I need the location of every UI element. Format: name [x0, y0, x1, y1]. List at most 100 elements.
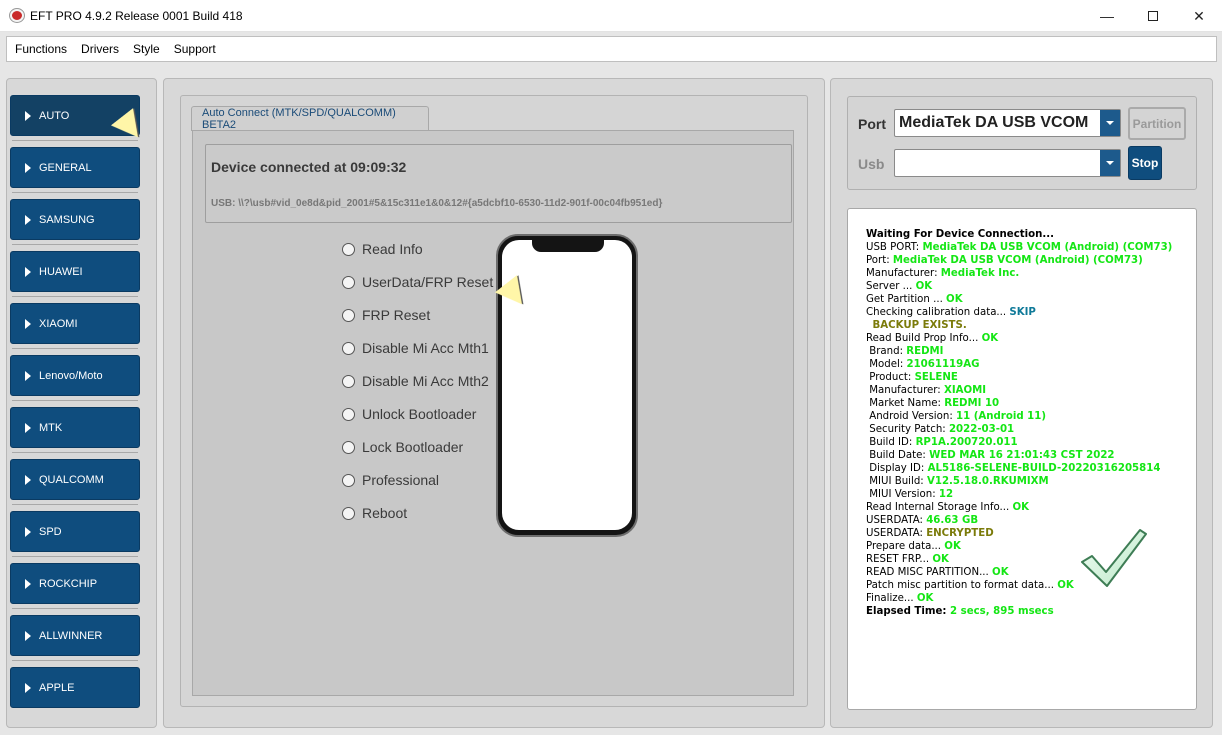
log-value: 21061119AG — [906, 359, 980, 370]
sidebar-item-label: XIAOMI — [39, 317, 78, 330]
caret-right-icon — [25, 526, 31, 537]
log-line: Waiting For Device Connection... — [866, 228, 1172, 241]
partition-button[interactable]: Partition — [1128, 107, 1186, 140]
log-key: Product: — [866, 372, 915, 383]
maximize-button[interactable] — [1130, 0, 1176, 32]
sidebar-item-apple[interactable]: APPLE — [10, 667, 140, 708]
sidebar-item-rockchip[interactable]: ROCKCHIP — [10, 563, 140, 604]
option-userdata-frp-reset[interactable]: UserData/FRP Reset — [342, 272, 493, 292]
log-key: Security Patch: — [866, 424, 949, 435]
log-key: Finalize... — [866, 593, 917, 604]
sidebar-item-general[interactable]: GENERAL — [10, 147, 140, 188]
option-label: FRP Reset — [362, 307, 431, 323]
log-line: BACKUP EXISTS. — [866, 319, 1172, 332]
option-frp-reset[interactable]: FRP Reset — [342, 305, 430, 325]
log-value: MediaTek Inc. — [940, 268, 1020, 279]
sidebar-item-mtk[interactable]: MTK — [10, 407, 140, 448]
option-label: Disable Mi Acc Mth1 — [362, 340, 489, 356]
sidebar-item-label: SAMSUNG — [39, 213, 95, 226]
log-key: Read Internal Storage Info... — [866, 502, 1013, 513]
menu-style[interactable]: Style — [133, 42, 160, 56]
log-value: 11 (Android 11) — [956, 411, 1046, 422]
chevron-down-icon[interactable] — [1100, 110, 1120, 136]
sidebar-item-samsung[interactable]: SAMSUNG — [10, 199, 140, 240]
menu-support[interactable]: Support — [174, 42, 216, 56]
sidebar-item-qualcomm[interactable]: QUALCOMM — [10, 459, 140, 500]
log-value: ENCRYPTED — [926, 528, 994, 539]
sidebar-item-huawei[interactable]: HUAWEI — [10, 251, 140, 292]
log-value: 2 secs, 895 msecs — [950, 606, 1054, 617]
log-key: Build ID: — [866, 437, 916, 448]
log-value: 12 — [938, 489, 954, 500]
radio-button[interactable] — [342, 308, 355, 322]
log-line: Server ... OK — [866, 280, 1172, 293]
sidebar-item-spd[interactable]: SPD — [10, 511, 140, 552]
menu-functions[interactable]: Functions — [15, 42, 67, 56]
radio-button[interactable] — [342, 440, 355, 454]
menu-drivers[interactable]: Drivers — [81, 42, 119, 56]
radio-button[interactable] — [342, 407, 355, 421]
log-value: OK — [915, 281, 933, 292]
port-select[interactable]: MediaTek DA USB VCOM — [894, 109, 1121, 137]
stop-button[interactable]: Stop — [1128, 146, 1162, 180]
option-label: UserData/FRP Reset — [362, 274, 494, 290]
caret-right-icon — [25, 474, 31, 485]
app-logo-icon — [10, 9, 24, 22]
log-key: USB PORT: — [866, 242, 923, 253]
log-key: Waiting For Device Connection... — [866, 229, 1054, 240]
log-line: Checking calibration data... SKIP — [866, 306, 1172, 319]
caret-right-icon — [25, 110, 31, 121]
sidebar-divider — [12, 348, 138, 349]
device-usb-path: USB: \\?\usb#vid_0e8d&pid_2001#5&15c311e… — [211, 198, 663, 209]
log-line: Read Build Prop Info... OK — [866, 332, 1172, 345]
radio-button[interactable] — [342, 242, 355, 256]
log-key: MIUI Version: — [866, 489, 939, 500]
log-line: Model: 21061119AG — [866, 358, 1172, 371]
usb-label: Usb — [858, 156, 885, 172]
log-value: REDMI 10 — [944, 398, 1000, 409]
option-reboot[interactable]: Reboot — [342, 503, 407, 523]
sidebar-divider — [12, 452, 138, 453]
caret-right-icon — [25, 162, 31, 173]
log-value: OK — [992, 567, 1009, 578]
usb-select[interactable] — [894, 149, 1121, 177]
log-line: Read Internal Storage Info... OK — [866, 501, 1172, 514]
log-key: Server ... — [866, 281, 916, 292]
sidebar-item-xiaomi[interactable]: XIAOMI — [10, 303, 140, 344]
log-value: RP1A.200720.011 — [915, 437, 1018, 448]
radio-button[interactable] — [342, 374, 355, 388]
log-line: Port: MediaTek DA USB VCOM (Android) (CO… — [866, 254, 1172, 267]
log-line: Android Version: 11 (Android 11) — [866, 410, 1172, 423]
radio-button[interactable] — [342, 275, 355, 289]
log-value: MediaTek DA USB VCOM (Android) (COM73) — [922, 242, 1173, 253]
option-disable-mi-acc-mth2[interactable]: Disable Mi Acc Mth2 — [342, 371, 489, 391]
close-button[interactable]: ✕ — [1176, 0, 1222, 32]
radio-button[interactable] — [342, 473, 355, 487]
option-label: Professional — [362, 472, 440, 488]
option-label: Disable Mi Acc Mth2 — [362, 373, 489, 389]
option-professional[interactable]: Professional — [342, 470, 439, 490]
tab-auto-connect[interactable]: Auto Connect (MTK/SPD/QUALCOMM) BETA2 — [191, 106, 429, 131]
option-label: Reboot — [362, 505, 408, 521]
option-disable-mi-acc-mth1[interactable]: Disable Mi Acc Mth1 — [342, 338, 489, 358]
option-label: Unlock Bootloader — [362, 406, 477, 422]
sidebar-item-allwinner[interactable]: ALLWINNER — [10, 615, 140, 656]
log-value: OK — [1057, 580, 1074, 591]
chevron-down-icon[interactable] — [1100, 150, 1120, 176]
radio-button[interactable] — [342, 506, 355, 520]
log-value: WED MAR 16 21:01:43 CST 2022 — [929, 450, 1115, 461]
log-line: Product: SELENE — [866, 371, 1172, 384]
port-label: Port — [858, 116, 886, 132]
log-line: Build ID: RP1A.200720.011 — [866, 436, 1172, 449]
minimize-button[interactable]: — — [1084, 0, 1130, 32]
sidebar-divider — [12, 244, 138, 245]
radio-button[interactable] — [342, 341, 355, 355]
log-line: Market Name: REDMI 10 — [866, 397, 1172, 410]
option-read-info[interactable]: Read Info — [342, 239, 423, 259]
log-key: Manufacturer: — [866, 268, 941, 279]
log-value: OK — [1012, 502, 1030, 513]
option-unlock-bootloader[interactable]: Unlock Bootloader — [342, 404, 476, 424]
option-lock-bootloader[interactable]: Lock Bootloader — [342, 437, 463, 457]
sidebar-item-lenovo-moto[interactable]: Lenovo/Moto — [10, 355, 140, 396]
log-key: Elapsed Time: — [866, 606, 951, 617]
